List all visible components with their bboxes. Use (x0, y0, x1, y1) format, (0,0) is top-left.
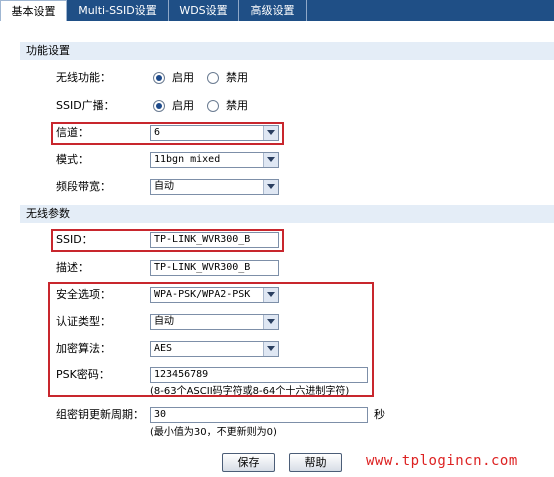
mode-value: 11bgn mixed (154, 154, 221, 165)
encryption-value: AES (154, 343, 173, 354)
ssid-broadcast-enable-label: 启用 (172, 99, 194, 112)
chevron-down-icon (263, 315, 278, 329)
tab-basic-settings[interactable]: 基本设置 (0, 0, 67, 21)
wireless-enable-label: 启用 (172, 71, 194, 84)
encryption-label: 加密算法： (56, 342, 111, 355)
chevron-down-icon (263, 342, 278, 356)
psk-input[interactable]: 123456789 (150, 367, 368, 383)
security-option-value: WPA-PSK/WPA2-PSK (154, 289, 251, 300)
description-label: 描述： (56, 261, 89, 274)
tab-multi-ssid[interactable]: Multi-SSID设置 (67, 0, 169, 21)
channel-select[interactable]: 6 (150, 125, 279, 141)
encryption-select[interactable]: AES (150, 341, 279, 357)
chevron-down-icon (263, 288, 278, 302)
watermark-text: www.tplogincn.com (366, 453, 518, 469)
psk-hint: (8-63个ASCII码字符或8-64个十六进制字符) (150, 386, 350, 397)
ssid-broadcast-label: SSID广播： (56, 99, 115, 112)
section-function-header: 功能设置 (20, 42, 554, 60)
chevron-down-icon (263, 180, 278, 194)
tab-advanced[interactable]: 高级设置 (239, 0, 307, 21)
chevron-down-icon (263, 126, 278, 140)
group-key-input[interactable]: 30 (150, 407, 368, 423)
group-key-label: 组密钥更新周期： (56, 408, 144, 421)
settings-page: 功能设置 无线功能： 启用 禁用 SSID广播： 启用 禁用 信道： 6 模式：… (0, 21, 554, 477)
ssid-broadcast-enable-radio[interactable] (153, 100, 165, 112)
auth-type-select[interactable]: 自动 (150, 314, 279, 330)
security-option-select[interactable]: WPA-PSK/WPA2-PSK (150, 287, 279, 303)
save-button[interactable]: 保存 (222, 453, 275, 472)
ssid-broadcast-disable-label: 禁用 (226, 99, 248, 112)
security-option-label: 安全选项： (56, 288, 111, 301)
wireless-disable-label: 禁用 (226, 71, 248, 84)
ssid-label: SSID： (56, 233, 93, 246)
ssid-input[interactable]: TP-LINK_WVR300_B (150, 232, 279, 248)
group-key-hint: (最小值为30，不更新则为0) (150, 427, 277, 438)
channel-value: 6 (154, 127, 161, 138)
psk-label: PSK密码： (56, 368, 110, 381)
chevron-down-icon (263, 153, 278, 167)
wireless-disable-radio[interactable] (207, 72, 219, 84)
ssid-broadcast-disable-radio[interactable] (207, 100, 219, 112)
wireless-function-label: 无线功能： (56, 71, 111, 84)
auth-type-label: 认证类型： (56, 315, 111, 328)
section-wireless-header: 无线参数 (20, 205, 554, 223)
wireless-enable-radio[interactable] (153, 72, 165, 84)
mode-select[interactable]: 11bgn mixed (150, 152, 279, 168)
help-button[interactable]: 帮助 (289, 453, 342, 472)
tab-wds[interactable]: WDS设置 (169, 0, 239, 21)
bandwidth-value: 自动 (154, 181, 174, 192)
channel-label: 信道： (56, 126, 89, 139)
tab-bar: 基本设置 Multi-SSID设置 WDS设置 高级设置 (0, 0, 554, 21)
bandwidth-select[interactable]: 自动 (150, 179, 279, 195)
mode-label: 模式： (56, 153, 89, 166)
description-input[interactable]: TP-LINK_WVR300_B (150, 260, 279, 276)
group-key-unit: 秒 (374, 408, 385, 421)
bandwidth-label: 频段带宽： (56, 180, 111, 193)
auth-type-value: 自动 (154, 316, 174, 327)
